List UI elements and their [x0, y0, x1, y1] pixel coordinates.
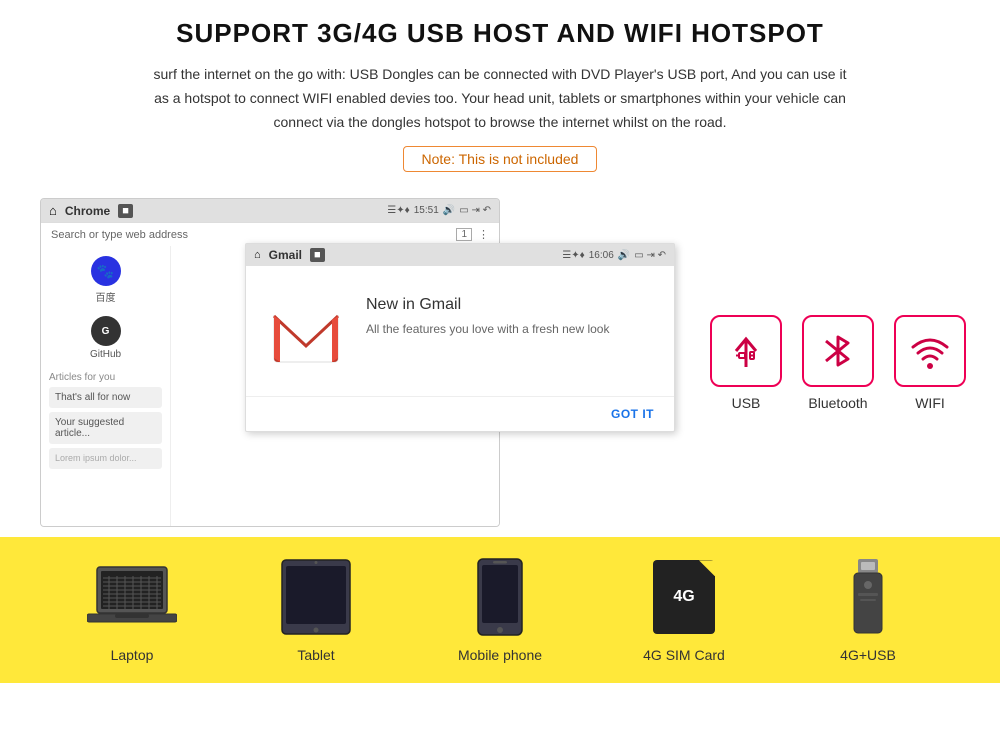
gmail-logo-svg: [266, 296, 346, 376]
articles-label: Articles for you: [49, 372, 162, 383]
more-icon: ⋮: [478, 228, 489, 241]
gmail-bar: ⌂ Gmail ■ ☰✦♦ 16:06 🔊 ▭ ⇥ ↶: [246, 244, 674, 266]
description-text: surf the internet on the go with: USB Do…: [150, 63, 850, 134]
gmail-cta: GOT IT: [611, 407, 654, 421]
sim-label: 4G SIM Card: [643, 647, 725, 663]
phone-icon-area: [455, 557, 545, 637]
browser-status-bar: ☰✦♦ 15:51 🔊 ▭ ⇥ ↶: [387, 205, 491, 216]
gmail-footer: GOT IT: [246, 396, 674, 431]
news-card-3: Lorem ipsum dolor...: [49, 448, 162, 469]
usb-symbol-svg: [726, 331, 766, 371]
gmail-vol: 🔊: [618, 250, 630, 261]
volume-icon: 🔊: [443, 205, 455, 216]
page-title: SUPPORT 3G/4G USB HOST AND WIFI HOTSPOT: [60, 18, 940, 49]
usb-dongle-svg: [846, 557, 890, 637]
wifi-label: WIFI: [915, 395, 945, 411]
browser-sidebar: 🐾 百度 G GitHub Articles for you That's al…: [41, 246, 171, 526]
baidu-app: 🐾 百度: [49, 256, 162, 304]
laptop-label: Laptop: [111, 647, 154, 663]
tablet-svg: [280, 558, 352, 636]
gmail-body-text: All the features you love with a fresh n…: [366, 322, 609, 336]
browser-tab-indicator: ■: [118, 204, 133, 218]
github-app: G GitHub: [49, 316, 162, 360]
time-display: 15:51: [414, 205, 439, 216]
bluetooth-icon-item: Bluetooth: [802, 315, 874, 411]
wifi-icon-box: [894, 315, 966, 387]
gmail-other-icons: ▭ ⇥ ↶: [634, 250, 666, 261]
bottom-section: Laptop Tablet Mobile phone: [0, 537, 1000, 683]
screenshot-area: ⌂ Chrome ■ ☰✦♦ 15:51 🔊 ▭ ⇥ ↶ Search or t…: [40, 198, 690, 527]
browser-action-icons: 1 ⋮: [456, 228, 489, 241]
baidu-label: 百度: [96, 289, 116, 304]
icon-row: USB Bluetooth: [710, 315, 966, 411]
news-card-1: That's all for now: [49, 387, 162, 408]
tablet-item: Tablet: [271, 557, 361, 663]
gmail-body: New in Gmail All the features you love w…: [246, 266, 674, 396]
gmail-window: ⌂ Gmail ■ ☰✦♦ 16:06 🔊 ▭ ⇥ ↶: [245, 243, 675, 432]
tablet-icon-area: [271, 557, 361, 637]
gmail-tab-indicator: ■: [310, 248, 325, 262]
laptop-icon-area: [87, 557, 177, 637]
usb-dongle-icon-area: [823, 557, 913, 637]
bluetooth-label: Bluetooth: [808, 395, 867, 411]
gmail-home-icon: ⌂: [254, 249, 261, 261]
usb-icon-item: USB: [710, 315, 782, 411]
phone-svg: [476, 557, 524, 637]
sim-icon-area: 4G: [639, 557, 729, 637]
bluetooth-icon-box: [802, 315, 874, 387]
connectivity-icons-section: USB Bluetooth: [710, 315, 966, 411]
other-icons: ▭ ⇥ ↶: [459, 205, 491, 216]
sim-notch: [699, 560, 715, 576]
usb-label: USB: [732, 395, 761, 411]
news-text-1: That's all for now: [55, 392, 130, 403]
home-icon: ⌂: [49, 203, 57, 218]
network-icons: ☰✦♦: [387, 205, 409, 216]
usb-dongle-label: 4G+USB: [840, 647, 896, 663]
sim-card-icon: 4G: [653, 560, 715, 634]
gmail-text: New in Gmail All the features you love w…: [366, 296, 609, 336]
browser-bar: ⌂ Chrome ■ ☰✦♦ 15:51 🔊 ▭ ⇥ ↶: [41, 199, 499, 222]
browser-title: Chrome: [65, 204, 110, 218]
news-text-3: Lorem ipsum dolor...: [55, 453, 137, 463]
note-box: Note: This is not included: [403, 146, 598, 172]
sim-item: 4G 4G SIM Card: [639, 557, 729, 663]
phone-label: Mobile phone: [458, 647, 542, 663]
wifi-icon-item: WIFI: [894, 315, 966, 411]
bluetooth-symbol-svg: [820, 331, 856, 371]
github-label: GitHub: [90, 349, 121, 360]
gmail-status-bar: ☰✦♦ 16:06 🔊 ▭ ⇥ ↶: [562, 250, 666, 261]
tablet-label: Tablet: [297, 647, 334, 663]
laptop-item: Laptop: [87, 557, 177, 663]
address-text: Search or type web address: [51, 229, 188, 241]
github-icon: G: [91, 316, 121, 346]
sim-text: 4G: [673, 588, 694, 606]
news-text-2: Your suggested article...: [55, 417, 124, 439]
phone-item: Mobile phone: [455, 557, 545, 663]
gmail-title: Gmail: [269, 248, 302, 262]
laptop-svg: [87, 562, 177, 632]
gmail-heading: New in Gmail: [366, 296, 609, 314]
news-card-2: Your suggested article...: [49, 412, 162, 444]
usb-dongle-item: 4G+USB: [823, 557, 913, 663]
wifi-symbol-svg: [909, 331, 951, 371]
gmail-time-display: 16:06: [589, 250, 614, 261]
usb-icon-box: [710, 315, 782, 387]
top-section: SUPPORT 3G/4G USB HOST AND WIFI HOTSPOT …: [0, 0, 1000, 198]
baidu-icon: 🐾: [91, 256, 121, 286]
note-text: Note: This is not included: [422, 151, 579, 167]
tab-count-icon: 1: [456, 228, 472, 241]
middle-section: ⌂ Chrome ■ ☰✦♦ 15:51 🔊 ▭ ⇥ ↶ Search or t…: [0, 198, 1000, 537]
gmail-network-icons: ☰✦♦: [562, 250, 584, 261]
